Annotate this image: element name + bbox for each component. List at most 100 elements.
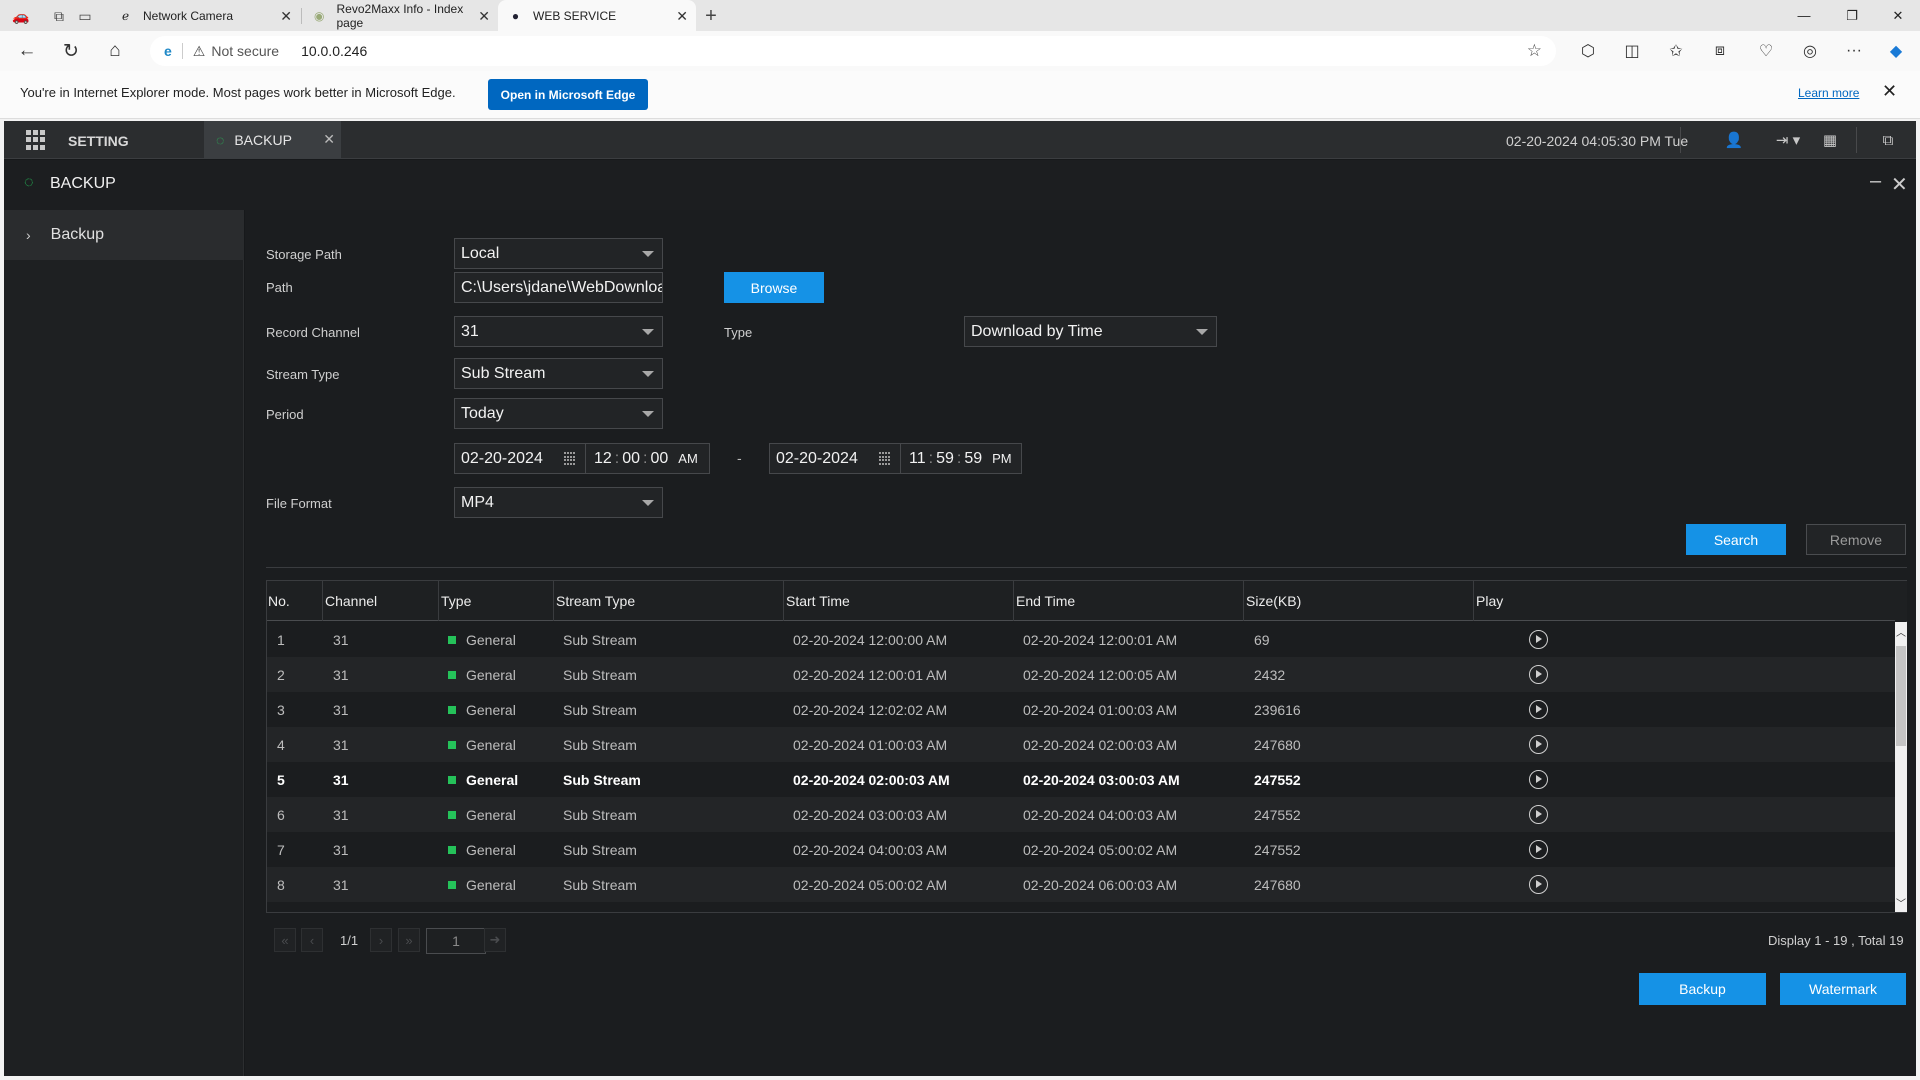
user-icon[interactable]: 👤 [1722,129,1746,151]
qr-code-icon[interactable]: ▦ [1818,129,1842,151]
go-page-icon[interactable]: ➜ [484,928,506,952]
table-row[interactable]: 3 31 General Sub Stream 02-20-2024 12:02:02 … [267,692,1895,727]
back-icon[interactable]: ← [12,37,42,65]
tab-backup[interactable]: ◌ BACKUP ✕ [204,121,341,159]
table-row[interactable]: 6 31 General Sub Stream 02-20-2024 03:00:03 … [267,797,1895,832]
fullscreen-icon[interactable]: ⧉ [1876,129,1900,151]
performance-icon[interactable]: ◎ [1798,40,1822,62]
more-icon[interactable]: ··· [1842,40,1866,62]
end-hour[interactable]: 11 [909,450,926,468]
start-ampm[interactable]: AM [678,451,698,466]
close-tab-icon[interactable]: ✕ [676,8,688,25]
minimize-icon[interactable]: — [1782,0,1826,31]
browser-tab-network-camera[interactable]: ℯ Network Camera ✕ [108,0,300,31]
calendar-icon[interactable] [564,452,577,465]
address-bar[interactable]: e ⚠ Not secure 10.0.0.246 ☆ [150,36,1556,66]
column-header[interactable]: Stream Type [556,593,635,609]
watermark-button[interactable]: Watermark [1780,973,1906,1005]
path-input[interactable]: C:\Users\jdane\WebDownload\ [454,272,663,303]
column-header[interactable]: Start Time [786,593,850,609]
play-icon[interactable] [1529,805,1548,824]
next-page-icon[interactable]: › [370,928,392,952]
security-label[interactable]: Not secure [211,43,279,59]
close-window-icon[interactable]: ✕ [1876,0,1920,31]
remove-button[interactable]: Remove [1806,524,1906,555]
stream-type-select[interactable]: Sub Stream [454,358,663,389]
play-icon[interactable] [1529,840,1548,859]
play-icon[interactable] [1529,875,1548,894]
warning-icon[interactable]: ⚠ [193,43,206,60]
table-row[interactable]: 4 31 General Sub Stream 02-20-2024 01:00:03 … [267,727,1895,762]
play-icon[interactable] [1529,770,1548,789]
ie-mode-icon[interactable]: e [164,43,172,59]
start-hour[interactable]: 12 [594,450,612,468]
backup-button[interactable]: Backup [1639,973,1766,1005]
browser-tab-web-service[interactable]: ● WEB SERVICE ✕ [498,0,696,31]
open-in-edge-button[interactable]: Open in Microsoft Edge [488,79,648,110]
start-minute[interactable]: 00 [622,450,640,468]
close-infobar-icon[interactable]: ✕ [1882,81,1897,102]
start-time-input[interactable]: 12: 00: 00 AM [586,443,710,474]
start-second[interactable]: 00 [651,450,669,468]
setting-link[interactable]: SETTING [68,133,129,149]
type-select[interactable]: Download by Time [964,316,1217,347]
play-icon[interactable] [1529,700,1548,719]
end-time-input[interactable]: 11: 59: 59 PM [901,443,1022,474]
play-icon[interactable] [1529,665,1548,684]
favorite-star-icon[interactable]: ☆ [1527,41,1542,61]
prev-page-icon[interactable]: ‹ [301,928,323,952]
favorites-icon[interactable]: ✩ [1664,40,1688,62]
profile-icon[interactable]: 🚗 [8,4,34,28]
refresh-icon[interactable]: ↻ [56,37,86,65]
column-header[interactable]: No. [268,593,290,609]
search-button[interactable]: Search [1686,524,1786,555]
table-row[interactable]: 5 31 General Sub Stream 02-20-2024 02:00:03 … [267,762,1895,797]
table-row[interactable]: 2 31 General Sub Stream 02-20-2024 12:00:01 … [267,657,1895,692]
end-second[interactable]: 59 [964,450,982,468]
split-screen-icon[interactable]: ◫ [1620,40,1644,62]
play-icon[interactable] [1529,630,1548,649]
column-header[interactable]: Size(KB) [1246,593,1301,609]
record-channel-select[interactable]: 31 [454,316,663,347]
first-page-icon[interactable]: « [274,928,296,952]
scroll-down-icon[interactable]: ﹀ [1895,895,1907,910]
browser-tab-revo2maxx[interactable]: ◉ Revo2Maxx Info - Index page ✕ [302,0,498,31]
table-scrollbar[interactable]: ︿ ﹀ [1895,622,1907,912]
home-icon[interactable]: ⌂ [100,37,130,65]
learn-more-link[interactable]: Learn more [1798,86,1859,100]
tab-actions-icon[interactable]: ▭ [72,4,98,28]
browser-essentials-icon[interactable]: ♡ [1754,40,1778,62]
table-row[interactable]: 1 31 General Sub Stream 02-20-2024 12:00:00 … [267,622,1895,657]
calendar-icon[interactable] [879,452,892,465]
table-row[interactable]: 8 31 General Sub Stream 02-20-2024 05:00:02 … [267,867,1895,902]
scrollbar-thumb[interactable] [1896,646,1906,746]
collections-icon[interactable]: ⧈ [1708,40,1732,62]
column-header[interactable]: End Time [1016,593,1075,609]
extensions-icon[interactable]: ⬡ [1576,40,1600,62]
browse-button[interactable]: Browse [724,272,824,303]
logout-icon[interactable]: ⇥ ▾ [1770,129,1806,151]
end-minute[interactable]: 59 [936,450,954,468]
close-panel-icon[interactable]: ✕ [1891,172,1908,197]
start-date-input[interactable]: 02-20-2024 [454,443,586,474]
column-header[interactable]: Play [1476,593,1503,609]
copilot-icon[interactable]: ◆ [1884,40,1908,62]
url-text[interactable]: 10.0.0.246 [301,43,367,59]
end-date-input[interactable]: 02-20-2024 [769,443,901,474]
close-tab-icon[interactable]: ✕ [280,8,292,25]
minimize-panel-icon[interactable]: – [1870,170,1881,193]
period-select[interactable]: Today [454,398,663,429]
column-header[interactable]: Type [441,593,471,609]
close-tab-icon[interactable]: ✕ [323,131,335,148]
scroll-up-icon[interactable]: ︿ [1895,624,1907,639]
new-tab-icon[interactable]: + [698,4,724,28]
page-number-input[interactable]: 1 [426,928,486,954]
close-tab-icon[interactable]: ✕ [478,8,490,25]
storage-path-select[interactable]: Local [454,238,663,269]
restore-icon[interactable]: ❐ [1830,0,1874,31]
sidebar-item-backup[interactable]: › Backup [4,210,244,260]
table-row[interactable]: 7 31 General Sub Stream 02-20-2024 04:00:03 … [267,832,1895,867]
last-page-icon[interactable]: » [398,928,420,952]
main-menu-grid-icon[interactable] [26,130,46,150]
end-ampm[interactable]: PM [992,451,1012,466]
